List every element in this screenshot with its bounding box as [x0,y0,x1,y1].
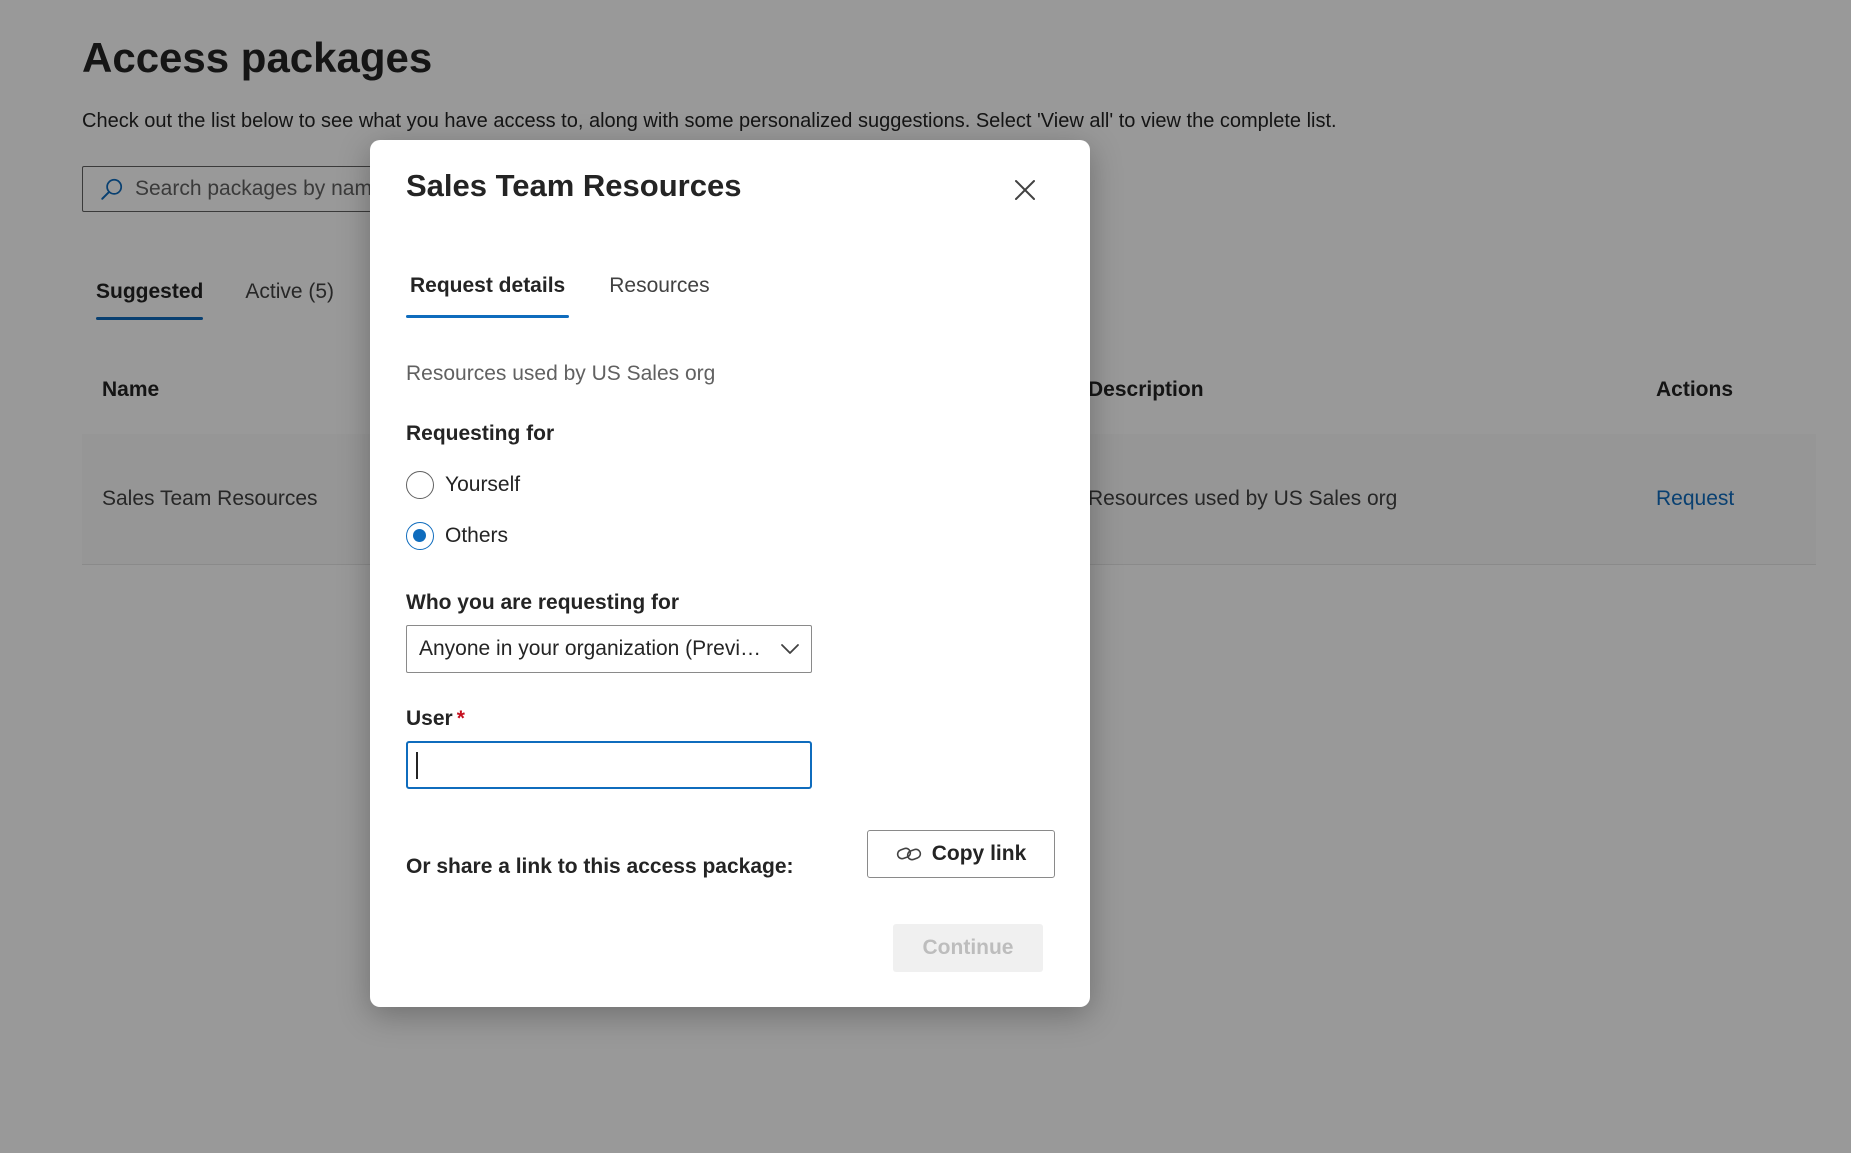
copy-link-button[interactable]: Copy link [867,830,1055,878]
copy-link-label: Copy link [931,842,1027,865]
user-label-text: User [406,707,453,730]
chevron-down-icon [781,644,799,654]
dialog-title: Sales Team Resources [406,168,742,203]
close-button[interactable] [1010,175,1040,205]
radio-label-yourself: Yourself [445,473,521,496]
continue-button[interactable]: Continue [893,924,1043,972]
tab-resources[interactable]: Resources [605,268,713,318]
radio-yourself[interactable]: Yourself [406,471,520,499]
dialog-subtitle: Resources used by US Sales org [406,362,716,385]
dialog-tabs: Request details Resources [406,268,750,318]
required-indicator: * [456,707,465,730]
radio-button[interactable] [406,471,434,499]
request-dialog: Sales Team Resources Request details Res… [370,140,1090,1007]
dropdown-value: Anyone in your organization (Previe... [419,637,769,660]
user-input[interactable] [406,741,812,789]
tab-request-details[interactable]: Request details [406,268,570,318]
radio-button-checked[interactable] [406,522,434,550]
user-label: User * [406,707,465,731]
text-cursor [416,752,418,779]
requestor-scope-dropdown[interactable]: Anyone in your organization (Previe... [406,625,812,673]
link-icon [896,847,921,861]
who-requesting-label: Who you are requesting for [406,591,680,614]
radio-label-others: Others [445,524,509,547]
radio-others[interactable]: Others [406,522,508,550]
close-icon [1015,180,1035,200]
share-link-label: Or share a link to this access package: [406,855,794,878]
requesting-for-label: Requesting for [406,422,555,445]
